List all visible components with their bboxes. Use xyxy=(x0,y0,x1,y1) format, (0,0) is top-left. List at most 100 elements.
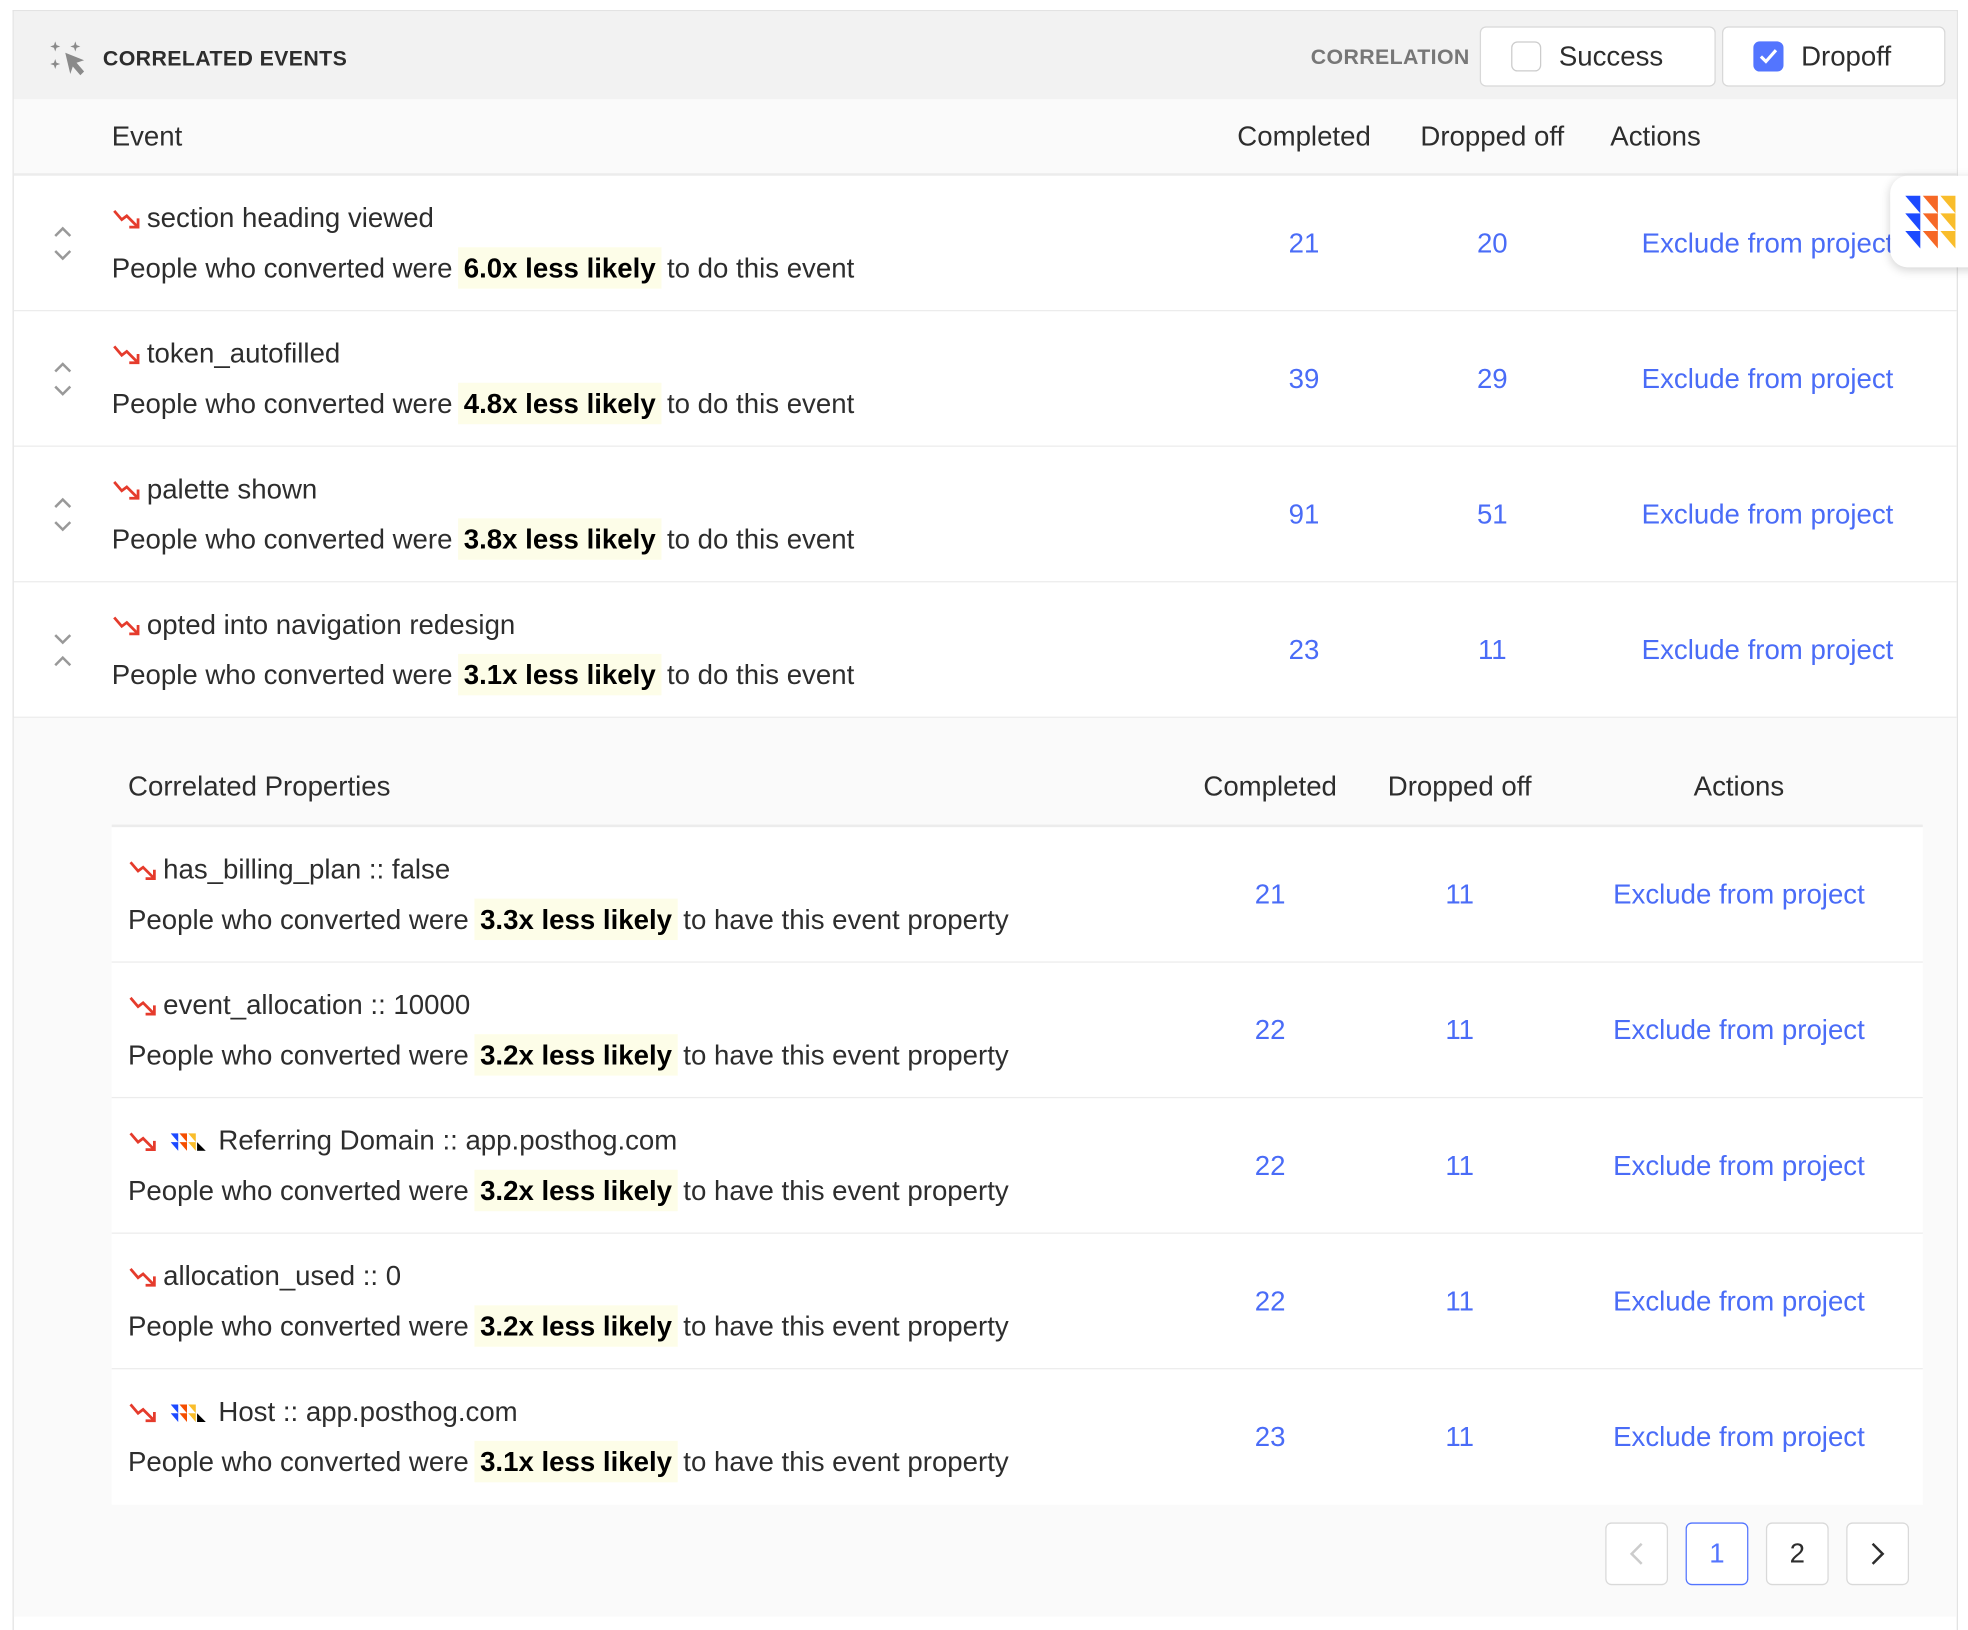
trend-down-icon xyxy=(113,480,140,500)
dropoff-label: Dropoff xyxy=(1801,40,1892,72)
exclude-from-project-link[interactable]: Exclude from project xyxy=(1555,1149,1923,1182)
completed-count[interactable]: 22 xyxy=(1176,1285,1364,1318)
property-row: Referring Domain :: app.posthog.com Peop… xyxy=(111,1098,1923,1234)
success-label: Success xyxy=(1558,40,1664,72)
dropped-off-count[interactable]: 51 xyxy=(1398,498,1586,531)
likelihood-badge: 3.2x less likely xyxy=(473,1169,679,1211)
dropoff-toggle[interactable]: Dropoff xyxy=(1721,26,1946,87)
col-actions: Actions xyxy=(1693,770,1785,803)
prev-page-button[interactable] xyxy=(1605,1522,1669,1586)
desc-suffix: to do this event xyxy=(666,522,855,555)
trend-down-icon xyxy=(129,860,156,880)
likelihood-badge: 3.3x less likely xyxy=(473,898,679,940)
completed-count[interactable]: 23 xyxy=(1210,633,1398,666)
col-dropped-off: Dropped off xyxy=(1387,770,1532,803)
card-title: CORRELATED EVENTS xyxy=(102,46,348,71)
col-completed: Completed xyxy=(1237,119,1371,152)
col-event: Event xyxy=(111,119,183,152)
completed-count[interactable]: 23 xyxy=(1176,1421,1364,1454)
completed-count[interactable]: 22 xyxy=(1176,1149,1364,1182)
completed-count[interactable]: 22 xyxy=(1176,1013,1364,1046)
dropoff-checkbox[interactable] xyxy=(1753,41,1784,72)
dropped-off-count[interactable]: 29 xyxy=(1398,362,1586,395)
completed-count[interactable]: 39 xyxy=(1210,362,1398,395)
next-page-button[interactable] xyxy=(1846,1522,1910,1586)
event-name: opted into navigation redesign xyxy=(146,608,516,640)
expand-toggle[interactable] xyxy=(14,494,112,534)
col-completed: Completed xyxy=(1203,770,1337,803)
page-1-button[interactable]: 1 xyxy=(1685,1522,1749,1586)
trend-down-icon xyxy=(113,344,140,364)
correlation-label: CORRELATION xyxy=(1310,45,1470,70)
trend-down-icon xyxy=(129,996,156,1015)
trend-down-icon xyxy=(129,1267,156,1286)
desc-suffix: to do this event xyxy=(666,658,855,690)
exclude-from-project-link[interactable]: Exclude from project xyxy=(1555,1285,1923,1318)
expand-toggle[interactable] xyxy=(14,629,112,669)
expand-chevrons-icon xyxy=(54,497,72,531)
dropped-off-count[interactable]: 20 xyxy=(1398,227,1586,260)
property-name: Host :: app.posthog.com xyxy=(218,1395,518,1428)
event-name: token_autofilled xyxy=(146,336,341,369)
desc-suffix: to have this event property xyxy=(683,903,1009,935)
dropped-off-count[interactable]: 11 xyxy=(1364,1013,1555,1046)
completed-count[interactable]: 91 xyxy=(1210,498,1398,531)
col-dropped-off: Dropped off xyxy=(1420,119,1565,152)
check-icon xyxy=(1759,49,1778,64)
correlated-events-card: CORRELATED EVENTS CORRELATION Success Dr… xyxy=(12,10,1958,1630)
dropped-off-count[interactable]: 11 xyxy=(1398,633,1586,666)
property-row: has_billing_plan :: false People who con… xyxy=(111,827,1923,963)
exclude-from-project-link[interactable]: Exclude from project xyxy=(1586,633,1956,666)
posthog-logo-icon xyxy=(170,1404,206,1423)
trend-down-icon xyxy=(129,1131,156,1151)
page-2-button[interactable]: 2 xyxy=(1765,1522,1829,1586)
desc-suffix: to have this event property xyxy=(683,1309,1009,1342)
likelihood-badge: 3.8x less likely xyxy=(457,517,662,560)
desc-prefix: People who converted were xyxy=(128,1445,469,1478)
desc-suffix: to have this event property xyxy=(683,1038,1009,1070)
dropped-off-count[interactable]: 11 xyxy=(1364,1285,1555,1318)
posthog-widget-button[interactable] xyxy=(1890,175,1968,268)
property-name: Referring Domain :: app.posthog.com xyxy=(218,1123,678,1156)
desc-suffix: to do this event xyxy=(666,387,855,419)
desc-suffix: to have this event property xyxy=(683,1174,1009,1206)
property-row: Host :: app.posthog.com People who conve… xyxy=(112,1369,1923,1505)
completed-count[interactable]: 21 xyxy=(1176,878,1364,911)
chevron-left-icon xyxy=(1629,1542,1643,1565)
property-name: event_allocation :: 10000 xyxy=(163,988,471,1020)
event-name: palette shown xyxy=(146,472,318,504)
col-property: Correlated Properties xyxy=(128,770,391,803)
col-actions: Actions xyxy=(1610,119,1701,152)
exclude-from-project-link[interactable]: Exclude from project xyxy=(1555,878,1923,911)
success-toggle[interactable]: Success xyxy=(1479,26,1716,87)
property-row: allocation_used :: 0 People who converte… xyxy=(111,1234,1923,1370)
expand-chevrons-icon xyxy=(54,226,72,260)
desc-prefix: People who converted were xyxy=(128,903,469,935)
events-list: section heading viewed People who conver… xyxy=(13,176,1957,718)
desc-suffix: to have this event property xyxy=(683,1445,1009,1478)
property-name: has_billing_plan :: false xyxy=(163,852,451,885)
event-row: section heading viewed People who conver… xyxy=(13,176,1957,312)
trend-down-icon xyxy=(129,1403,156,1423)
likelihood-badge: 3.2x less likely xyxy=(473,1033,679,1075)
posthog-logo-icon xyxy=(170,1132,206,1151)
exclude-from-project-link[interactable]: Exclude from project xyxy=(1586,498,1956,531)
desc-prefix: People who converted were xyxy=(111,658,453,690)
exclude-from-project-link[interactable]: Exclude from project xyxy=(1555,1013,1923,1046)
dropped-off-count[interactable]: 11 xyxy=(1364,878,1555,911)
pagination: 1 2 xyxy=(1605,1522,1910,1586)
exclude-from-project-link[interactable]: Exclude from project xyxy=(1586,362,1956,395)
desc-prefix: People who converted were xyxy=(111,522,453,555)
dropped-off-count[interactable]: 11 xyxy=(1364,1421,1555,1454)
likelihood-badge: 4.8x less likely xyxy=(457,382,662,424)
expand-chevrons-icon xyxy=(54,361,72,396)
event-row: token_autofilled People who converted we… xyxy=(13,311,1957,447)
likelihood-badge: 3.1x less likely xyxy=(473,1440,679,1483)
exclude-from-project-link[interactable]: Exclude from project xyxy=(1555,1421,1923,1454)
success-checkbox[interactable] xyxy=(1511,41,1542,72)
expand-toggle[interactable] xyxy=(14,358,112,398)
completed-count[interactable]: 21 xyxy=(1210,227,1398,260)
dropped-off-count[interactable]: 11 xyxy=(1364,1149,1555,1182)
desc-prefix: People who converted were xyxy=(111,387,453,419)
expand-toggle[interactable] xyxy=(14,223,112,263)
